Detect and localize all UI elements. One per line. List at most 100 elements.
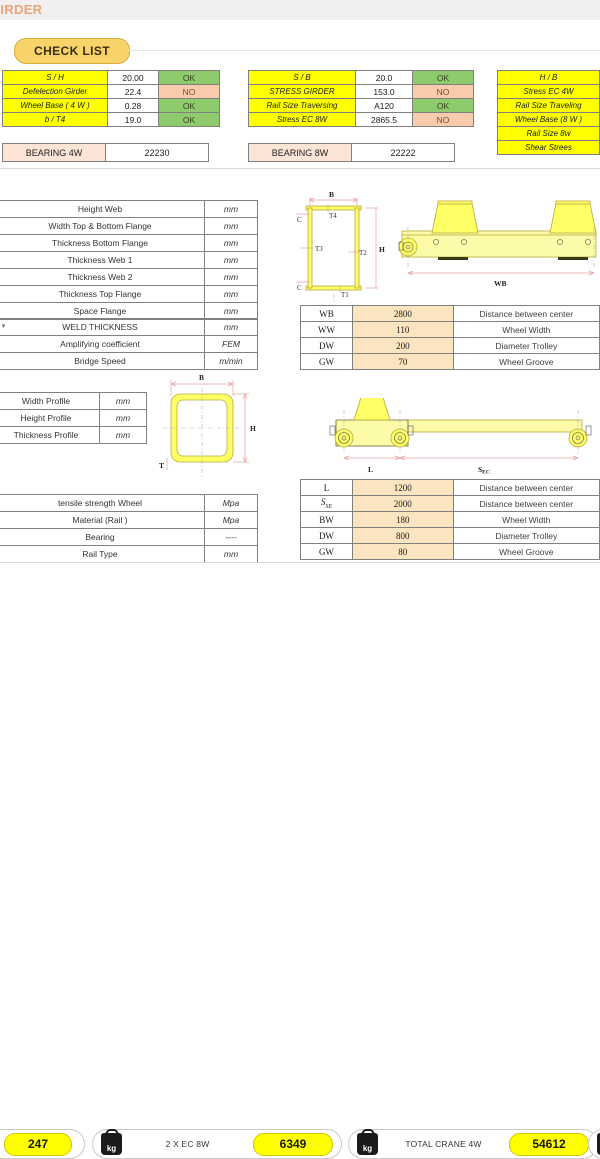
data-desc: Distance between center (452, 305, 600, 322)
summary-value: 54612 (509, 1132, 589, 1156)
param-name: Bridge Speed (0, 352, 205, 370)
table-row[interactable]: Wheel Base ( 4 W ) 0.28 OK (2, 98, 220, 113)
check-label: S / H (2, 70, 108, 85)
data-key: WW (299, 321, 354, 338)
param-name: Thickness Web 1 (0, 251, 205, 269)
end-carriage-drawing: L SEC (300, 398, 596, 476)
trolley-data-table: WB 2800 Distance between center WW 110 Wheel… (299, 305, 600, 370)
check-label: STRESS GIRDER (248, 84, 356, 99)
data-desc: Wheel Width (452, 511, 600, 528)
check-value: 20.0 (355, 70, 413, 85)
status-badge: OK (158, 112, 220, 127)
summary-group-total-crane[interactable]: kg TOTAL CRANE 4W 54612 (348, 1129, 598, 1159)
checklist-table-left: S / H 20.00 OK Defelection Girder 22.4 N… (2, 70, 220, 127)
check-value: 153.0 (355, 84, 413, 99)
table-row[interactable]: Thickness Top Flange mm (0, 285, 258, 303)
table-row[interactable]: Bridge Speed m/min (0, 352, 258, 370)
table-row[interactable]: Thickness Bottom Flange mm (0, 234, 258, 252)
table-row[interactable]: DW 800 Diameter Trolley (300, 527, 600, 544)
param-name: Space Flange (0, 302, 205, 320)
table-row[interactable]: Thickness Web 1 mm (0, 251, 258, 269)
data-key: DW (300, 527, 353, 544)
chevron-down-icon[interactable]: ▾ (0, 320, 8, 331)
table-row[interactable]: Rail Size Traveling (497, 98, 600, 113)
data-value: 110 (352, 321, 454, 338)
table-row[interactable]: Rail Size Traversing A120 OK (248, 98, 474, 113)
table-row[interactable]: BEARING 8W 22222 (248, 143, 455, 162)
wheel-parameter-table: tensile strength Wheel Mpa Material (Rail… (0, 494, 258, 563)
summary-value: 6349 (253, 1132, 333, 1156)
trolley-elevation-drawing: WB (398, 185, 598, 290)
check-label: Rail Size Traversing (248, 98, 356, 113)
check-label: Shear Strees (497, 140, 600, 155)
checklist-badge[interactable]: CHECK LIST (14, 38, 130, 64)
param-name: tensile strength Wheel (0, 494, 205, 512)
check-value: 2865.5 (355, 112, 413, 127)
title-bar: GIRDER (0, 0, 600, 21)
check-label: S / B (248, 70, 356, 85)
param-name: WELD THICKNESS (0, 318, 205, 336)
svg-text:B: B (329, 190, 334, 199)
check-value: 19.0 (107, 112, 159, 127)
table-row[interactable]: Rail Type mm (0, 545, 258, 563)
table-row[interactable]: Rail Size 8w (497, 126, 600, 141)
summary-group-girder[interactable]: 247 (0, 1129, 85, 1159)
table-row[interactable]: Stress EC 4W (497, 84, 600, 99)
table-row[interactable]: WELD THICKNESS mm (0, 318, 258, 336)
table-row[interactable]: Thickness Profile mm (0, 426, 147, 444)
table-row[interactable]: L 1200 Distance between center (300, 479, 600, 496)
status-badge: NO (412, 112, 474, 127)
param-unit: m/min (204, 352, 258, 370)
header-divider (128, 50, 600, 51)
table-row[interactable]: Defelection Girder 22.4 NO (2, 84, 220, 99)
param-unit: mm (204, 302, 258, 320)
table-row[interactable]: Wheel Base (8 W ) (497, 112, 600, 127)
table-row[interactable]: STRESS GIRDER 153.0 NO (248, 84, 474, 99)
check-value: 0.28 (107, 98, 159, 113)
carriage-data-table: L 1200 Distance between center SSE 2000 Dist… (300, 479, 600, 560)
check-label: Rail Size Traveling (497, 98, 600, 113)
table-row[interactable]: Width Top & Bottom Flange mm (0, 217, 258, 235)
data-value: 80 (351, 543, 454, 560)
table-row[interactable]: Stress EC 8W 2865.5 NO (248, 112, 474, 127)
table-row[interactable]: Shear Strees (497, 140, 600, 155)
table-row[interactable]: GW 80 Wheel Groove (300, 543, 600, 560)
table-row[interactable]: Material (Rail ) Mpa (0, 511, 258, 529)
table-row[interactable]: WW 110 Wheel Width (299, 321, 600, 338)
table-row[interactable]: Amplifying coefficient FEM (0, 335, 258, 353)
table-row[interactable]: S / H 20.00 OK (2, 70, 220, 85)
param-unit: mm (204, 545, 258, 563)
table-row[interactable]: WB 2800 Distance between center (299, 305, 600, 322)
table-row[interactable]: Height Profile mm (0, 409, 147, 427)
table-row[interactable]: Bearing ---- (0, 528, 258, 546)
data-key: WB (299, 305, 354, 322)
table-row[interactable]: b / T4 19.0 OK (2, 112, 220, 127)
check-label: Wheel Base ( 4 W ) (2, 98, 108, 113)
summary-group-ec8w[interactable]: kg 2 X EC 8W 6349 (92, 1129, 342, 1159)
table-row[interactable]: Thickness Web 2 mm (0, 268, 258, 286)
table-row[interactable]: S / B 20.0 OK (248, 70, 474, 85)
data-key: L (300, 479, 353, 496)
check-label: Wheel Base (8 W ) (497, 112, 600, 127)
table-row[interactable]: Space Flange mm (0, 302, 258, 320)
table-row[interactable]: tensile strength Wheel Mpa (0, 494, 258, 512)
svg-text:T1: T1 (341, 291, 349, 299)
table-row[interactable]: BW 180 Wheel Width (300, 511, 600, 528)
check-label: Rail Size 8w (497, 126, 600, 141)
table-row[interactable]: SSE 2000 Distance between center (300, 495, 600, 512)
param-unit: mm (204, 285, 258, 303)
param-unit: Mpa (204, 511, 258, 529)
svg-text:L: L (368, 465, 373, 474)
param-unit: mm (204, 318, 258, 336)
bearing-value: 22230 (105, 143, 209, 162)
table-row[interactable]: Width Profile mm (0, 392, 147, 410)
table-row[interactable]: DW 200 Diameter Trolley (299, 337, 600, 354)
svg-text:B: B (199, 373, 204, 382)
data-desc: Distance between center (452, 479, 600, 496)
table-row[interactable]: Height Web mm (0, 200, 258, 218)
profile-parameter-table: Width Profile mm Height Profile mm Thickne… (0, 392, 147, 444)
table-row[interactable]: GW 70 Wheel Groove (299, 353, 600, 370)
summary-status-bar: 247 kg 2 X EC 8W 6349 kg TOTAL CRANE 4W … (0, 563, 600, 1159)
table-row[interactable]: H / B (497, 70, 600, 85)
table-row[interactable]: BEARING 4W 22230 (2, 143, 209, 162)
